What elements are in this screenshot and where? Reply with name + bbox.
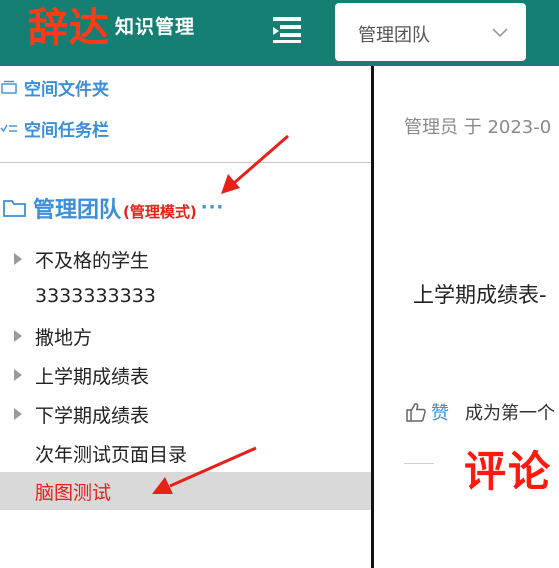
folder-icon bbox=[3, 200, 26, 217]
tree-item[interactable]: 上学期成绩表 bbox=[0, 356, 371, 394]
thumbs-up-icon bbox=[406, 403, 426, 422]
menu-toggle-button[interactable] bbox=[270, 14, 304, 44]
sidebar-link-label: 空间文件夹 bbox=[24, 79, 109, 100]
main-content: 管理员 于 2023-0 上学期成绩表- 赞 成为第一个 评论 bbox=[374, 66, 559, 568]
chevron-down-icon bbox=[492, 28, 508, 38]
team-name: 管理团队 bbox=[33, 198, 122, 223]
sidebar: 空间文件夹 空间任务栏 管理团队 (管理模式) ··· 不及格的学生 33333… bbox=[0, 66, 371, 568]
tree-item-label: 次年测试页面目录 bbox=[35, 443, 188, 466]
team-title[interactable]: 管理团队 (管理模式) ··· bbox=[0, 192, 224, 224]
tree-item-label: 不及格的学生 bbox=[35, 249, 150, 272]
tree-item[interactable]: 下学期成绩表 bbox=[0, 395, 371, 433]
logo-main: 辞达 bbox=[28, 4, 110, 51]
tree-item-label: 3333333333 bbox=[35, 285, 156, 307]
tree-item-label: 脑图测试 bbox=[35, 481, 112, 504]
tree-item-label: 下学期成绩表 bbox=[35, 404, 150, 427]
more-options-icon[interactable]: ··· bbox=[201, 197, 225, 218]
tree-item-label: 撒地方 bbox=[35, 326, 93, 349]
sidebar-divider bbox=[0, 162, 371, 163]
comment-divider bbox=[404, 463, 434, 464]
caret-right-icon[interactable] bbox=[13, 253, 23, 265]
tree-item[interactable]: 3333333333 bbox=[0, 277, 371, 315]
like-button[interactable]: 赞 bbox=[405, 399, 449, 425]
app-header: 辞达 知识管理 管理团队 bbox=[0, 0, 559, 66]
tree-item-label: 上学期成绩表 bbox=[35, 365, 150, 388]
team-mode-label: (管理模式) bbox=[123, 202, 197, 221]
tree-item[interactable]: 次年测试页面目录 bbox=[0, 434, 371, 472]
first-comment-prompt: 成为第一个 bbox=[465, 403, 555, 424]
task-list-icon bbox=[0, 124, 17, 133]
like-row: 赞 成为第一个 bbox=[405, 399, 555, 425]
comment-heading: 评论 bbox=[464, 447, 553, 496]
doc-meta: 管理员 于 2023-0 bbox=[404, 117, 552, 138]
team-select-value: 管理团队 bbox=[358, 25, 430, 46]
caret-right-icon[interactable] bbox=[13, 369, 23, 381]
logo-subtitle: 知识管理 bbox=[115, 16, 196, 38]
tree-item[interactable]: 不及格的学生 bbox=[0, 240, 371, 278]
team-select[interactable]: 管理团队 bbox=[335, 3, 526, 61]
tree-item[interactable]: 撒地方 bbox=[0, 317, 371, 355]
sidebar-link-label: 空间任务栏 bbox=[24, 120, 109, 141]
folder-box-icon bbox=[1, 80, 17, 94]
like-label: 赞 bbox=[431, 403, 449, 424]
menu-collapse-icon bbox=[273, 17, 301, 43]
sidebar-link-space-folder[interactable]: 空间文件夹 bbox=[0, 74, 109, 100]
tree-item-active[interactable]: 脑图测试 bbox=[0, 472, 371, 510]
caret-right-icon[interactable] bbox=[13, 330, 23, 342]
caret-right-icon[interactable] bbox=[13, 408, 23, 420]
sidebar-link-space-tasks[interactable]: 空间任务栏 bbox=[0, 115, 109, 141]
doc-title: 上学期成绩表- bbox=[413, 283, 547, 307]
